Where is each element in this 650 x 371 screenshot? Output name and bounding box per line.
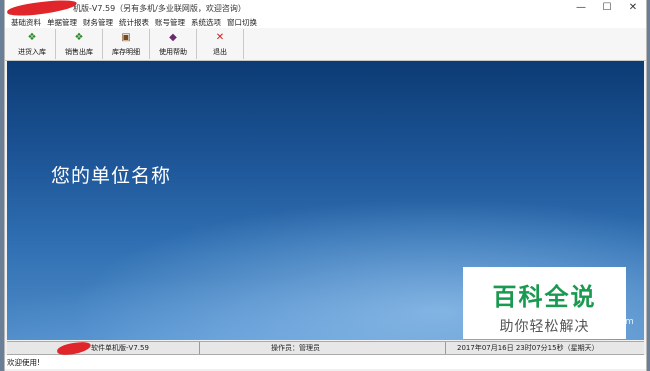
app-window: 机版-V7.59（另有多机/多业联网版，欢迎咨询） — ☐ ✕ 基础资料 单据管… <box>4 0 647 371</box>
watermark-logo: 百科全说 助你轻松解决 <box>463 267 626 339</box>
inventory-button[interactable]: ▣ 库存明细 <box>103 29 150 59</box>
inventory-icon: ▣ <box>121 32 131 43</box>
maximize-button[interactable]: ☐ <box>594 0 620 16</box>
status-divider <box>445 342 446 354</box>
window-title: 机版-V7.59（另有多机/多业联网版，欢迎咨询） <box>73 4 246 13</box>
status-operator: 操作员：管理员 <box>271 344 320 352</box>
menu-accounts[interactable]: 账号管理 <box>152 17 188 28</box>
menu-window-switch[interactable]: 窗口切换 <box>224 17 260 28</box>
help-button[interactable]: ◆ 使用帮助 <box>150 29 197 59</box>
menu-bar: 基础资料 单据管理 财务管理 统计报表 账号管理 系统选项 窗口切换 <box>5 16 646 28</box>
watermark-edge-text: m <box>625 317 634 327</box>
welcome-message: 欢迎使用! <box>7 358 41 367</box>
status-divider <box>199 342 200 354</box>
menu-basic-data[interactable]: 基础资料 <box>8 17 44 28</box>
message-bar: 欢迎使用! <box>5 355 646 369</box>
company-name: 您的单位名称 <box>51 165 172 187</box>
stock-in-label: 进货入库 <box>18 48 46 56</box>
status-bar: 软件单机版-V7.59 操作员：管理员 2017年07月16日 23时07分15… <box>7 340 644 357</box>
help-book-icon: ◆ <box>169 32 177 43</box>
exit-button[interactable]: ✕ 退出 <box>197 29 244 59</box>
watermark-title: 百科全说 <box>492 283 597 311</box>
close-window-button[interactable]: ✕ <box>620 0 646 16</box>
stock-in-button[interactable]: ❖ 进货入库 <box>9 29 56 59</box>
toolbar: ❖ 进货入库 ❖ 销售出库 ▣ 库存明细 ◆ 使用帮助 ✕ 退出 <box>5 28 646 61</box>
main-workspace: 您的单位名称 百科全说 助你轻松解决 m <box>7 61 644 340</box>
minimize-button[interactable]: — <box>568 0 594 16</box>
menu-reports[interactable]: 统计报表 <box>116 17 152 28</box>
stock-out-icon: ❖ <box>74 32 84 43</box>
inventory-label: 库存明细 <box>112 48 140 56</box>
menu-documents[interactable]: 单据管理 <box>44 17 80 28</box>
status-app-name: 软件单机版-V7.59 <box>91 344 149 352</box>
redaction-mark <box>6 0 78 18</box>
stock-out-button[interactable]: ❖ 销售出库 <box>56 29 103 59</box>
menu-system-options[interactable]: 系统选项 <box>188 17 224 28</box>
close-icon: ✕ <box>215 32 225 43</box>
redaction-mark <box>56 340 92 357</box>
watermark-subtitle: 助你轻松解决 <box>499 319 590 335</box>
stock-in-icon: ❖ <box>27 32 37 43</box>
help-label: 使用帮助 <box>159 48 187 56</box>
menu-finance[interactable]: 财务管理 <box>80 17 116 28</box>
status-datetime: 2017年07月16日 23时07分15秒（星期天） <box>457 344 599 352</box>
stock-out-label: 销售出库 <box>65 48 93 56</box>
title-bar[interactable]: 机版-V7.59（另有多机/多业联网版，欢迎咨询） — ☐ ✕ <box>5 0 646 18</box>
exit-label: 退出 <box>213 48 227 56</box>
